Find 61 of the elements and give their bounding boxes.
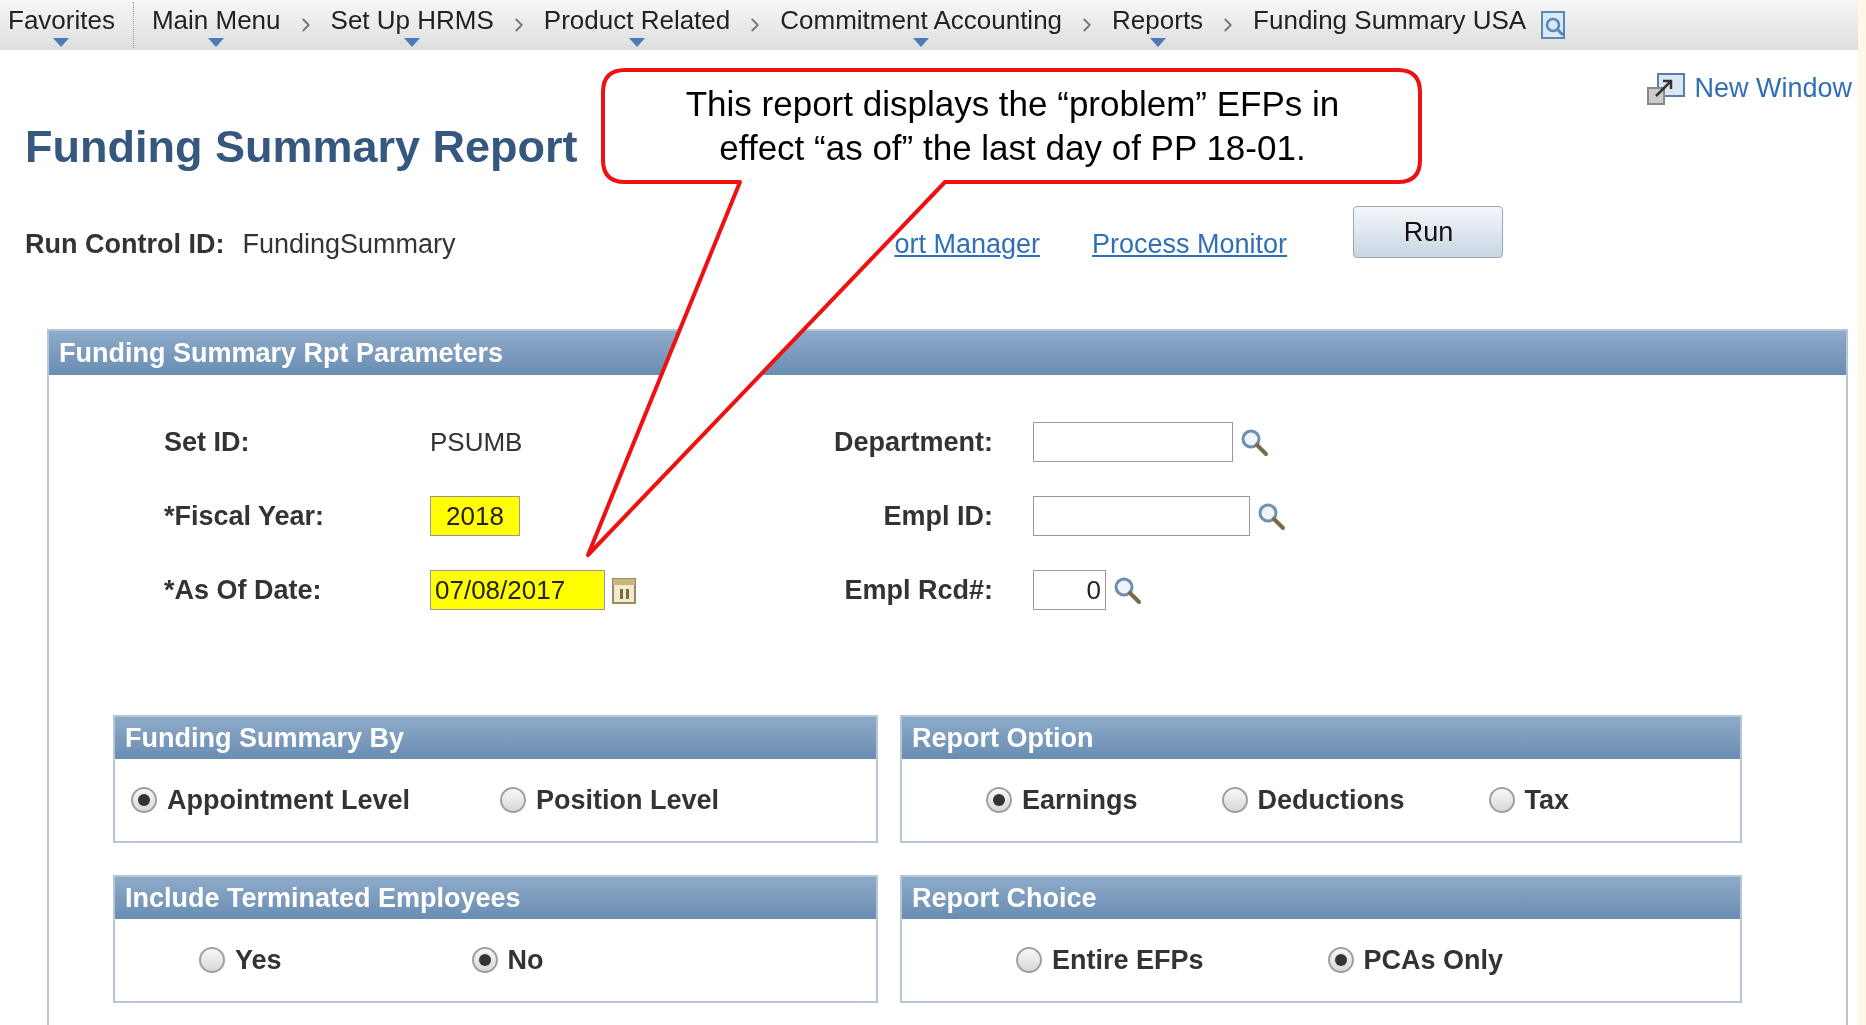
group-title: Funding Summary By [115, 717, 876, 759]
radio-button[interactable] [199, 947, 225, 973]
radio-label: PCAs Only [1363, 943, 1504, 977]
radio-button[interactable] [471, 947, 498, 973]
input-field[interactable]: 2018 [430, 496, 520, 536]
nav-item[interactable]: Favorites [8, 2, 134, 48]
radio-label: Appointment Level [167, 783, 410, 817]
field-label: Empl ID: [882, 499, 994, 533]
run-button[interactable]: Run [1353, 206, 1504, 258]
radio-label: Earnings [1022, 783, 1138, 817]
panel-title: Funding Summary Rpt Parameters [49, 331, 1846, 375]
nav-item[interactable]: Commitment Accounting [780, 2, 1063, 48]
field-label: *Fiscal Year: [163, 499, 326, 533]
nav-item[interactable]: Product Related [543, 2, 731, 48]
field-label: Empl Rcd#: [843, 573, 994, 607]
group-title: Report Choice [902, 877, 1740, 919]
new-window-icon[interactable] [1646, 70, 1687, 107]
run-control-label: Run Control ID: [25, 227, 225, 261]
dropdown-arrow-icon[interactable] [208, 38, 225, 47]
calendar-icon[interactable] [611, 575, 637, 605]
radio-label: No [507, 943, 544, 977]
dropdown-arrow-icon[interactable] [1149, 38, 1166, 47]
radio-label: Yes [235, 943, 282, 977]
input-field[interactable] [1033, 422, 1233, 462]
search-icon[interactable] [1239, 427, 1269, 457]
radio-button[interactable] [1327, 947, 1354, 973]
group-title: Report Option [902, 717, 1740, 759]
nav-item[interactable]: Main Menu [151, 2, 281, 48]
new-window-link[interactable]: New Window [1646, 68, 1852, 109]
field-label: *As Of Date: [163, 573, 323, 607]
search-icon[interactable] [1112, 575, 1142, 605]
radio-button[interactable] [1221, 787, 1248, 813]
radio-button[interactable] [1016, 947, 1042, 973]
group-title: Include Terminated Employees [115, 877, 876, 919]
input-field[interactable]: 0 [1033, 570, 1106, 610]
search-icon[interactable] [1256, 501, 1286, 531]
radio-label: Entire EFPs [1052, 943, 1204, 977]
nav-item[interactable]: Funding Summary USA [1253, 2, 1527, 48]
link[interactable]: ort Manager [894, 223, 1041, 265]
radio-button[interactable] [1488, 787, 1515, 813]
radio-button[interactable] [131, 787, 157, 813]
dropdown-arrow-icon[interactable] [404, 38, 421, 47]
radio-button[interactable] [986, 787, 1012, 813]
dropdown-arrow-icon[interactable] [629, 38, 646, 47]
radio-label: Position Level [536, 783, 720, 817]
field-label: Department: [832, 425, 994, 459]
dropdown-arrow-icon[interactable] [53, 38, 70, 47]
dropdown-arrow-icon[interactable] [913, 38, 930, 47]
nav-item[interactable]: Set Up HRMS [330, 2, 494, 48]
nav-item[interactable]: Reports [1112, 2, 1204, 48]
callout-text: This report displays the “problem” EFPs in effect “as of” the last day of PP 18-01. [684, 83, 1341, 169]
radio-label: Deductions [1257, 783, 1405, 817]
radio-label: Tax [1524, 783, 1570, 817]
input-field[interactable] [1033, 496, 1250, 536]
link[interactable]: Process Monitor [1092, 223, 1288, 265]
run-control-value: FundingSummary [242, 227, 457, 261]
radio-button[interactable] [500, 787, 526, 813]
field-label: Set ID: [163, 425, 251, 459]
input-field[interactable]: 07/08/2017 [430, 570, 605, 610]
field-value: PSUMB [430, 425, 523, 459]
page-title: Funding Summary Report [25, 119, 578, 174]
